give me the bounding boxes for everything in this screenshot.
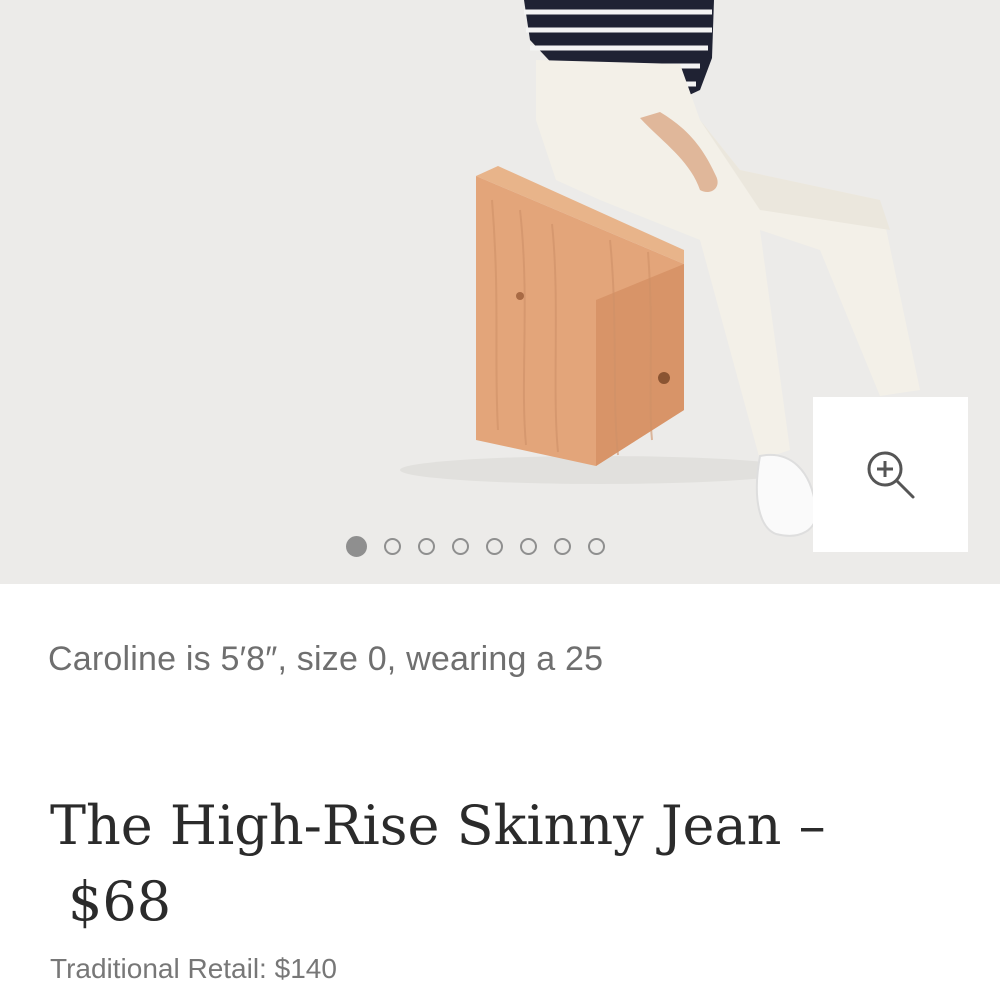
product-name: The High-Rise Skinny Jean – <box>50 794 826 857</box>
traditional-retail-price: Traditional Retail: $140 <box>50 953 337 984</box>
zoom-in-icon <box>867 451 914 498</box>
carousel-dot[interactable] <box>452 537 469 555</box>
model-fit-note: Caroline is 5′8″, size 0, wearing a 25 <box>48 640 604 678</box>
carousel-dot[interactable] <box>588 537 605 555</box>
carousel-dot[interactable] <box>418 537 435 555</box>
product-title: The High-Rise Skinny Jean – $68 <box>50 788 950 940</box>
product-image-carousel[interactable] <box>0 0 1000 584</box>
carousel-pagination <box>346 534 605 558</box>
carousel-dot[interactable] <box>554 537 571 555</box>
carousel-dot[interactable] <box>346 535 367 557</box>
carousel-dot[interactable] <box>520 537 537 555</box>
zoom-button[interactable] <box>813 397 968 552</box>
product-price: $68 <box>68 870 172 933</box>
carousel-dot[interactable] <box>486 537 503 555</box>
carousel-dot[interactable] <box>384 537 401 555</box>
